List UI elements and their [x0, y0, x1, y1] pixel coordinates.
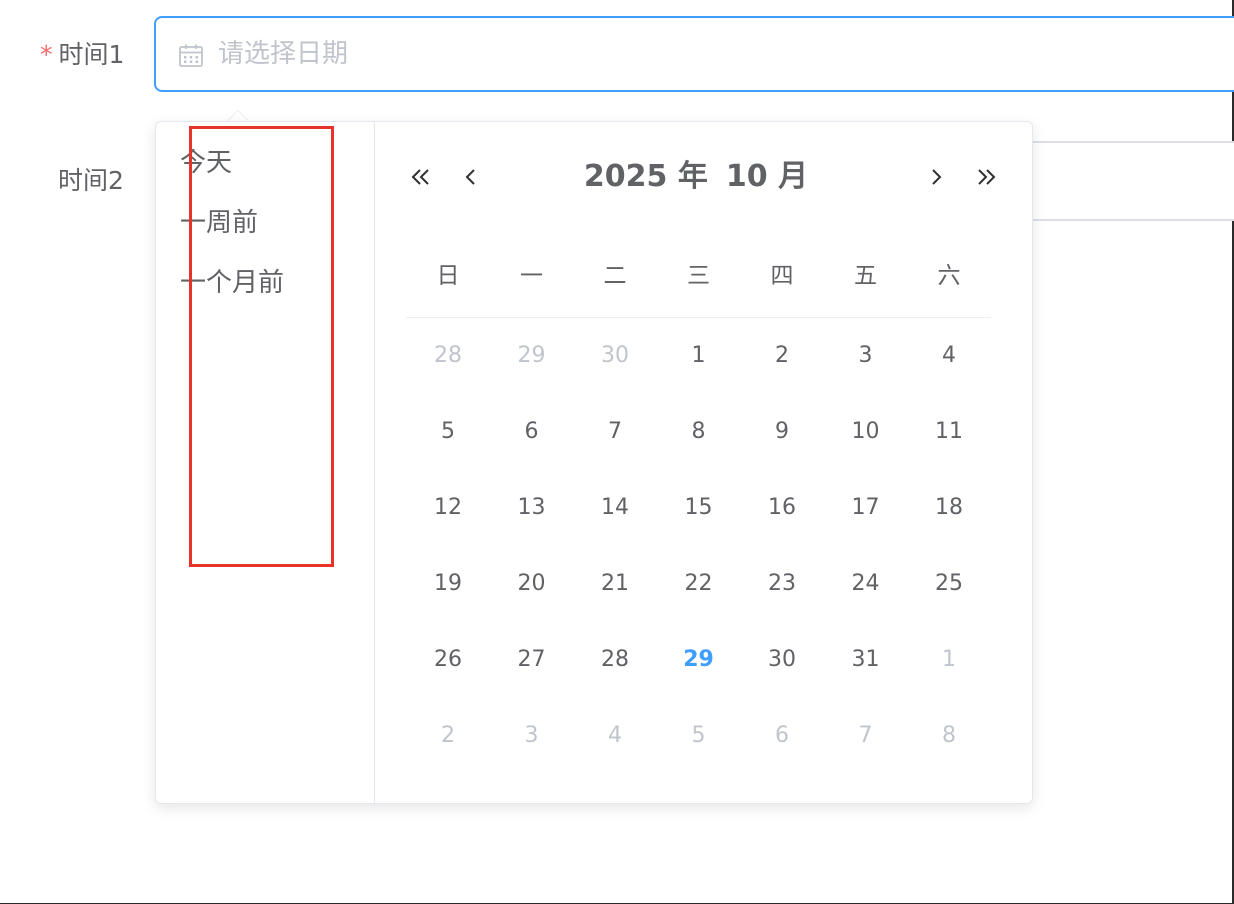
next-month-button[interactable] — [919, 160, 953, 194]
day-cell[interactable]: 6 — [502, 412, 562, 452]
day-cell[interactable]: 30 — [752, 640, 812, 680]
day-cell-today[interactable]: 29 — [669, 640, 729, 680]
day-cell[interactable]: 7 — [585, 412, 645, 452]
day-cell-other-month[interactable]: 2 — [418, 716, 478, 756]
day-cell[interactable]: 9 — [752, 412, 812, 452]
weekday-header-row: 日一二三四五六 — [406, 256, 991, 296]
day-cell-other-month[interactable]: 29 — [502, 336, 562, 376]
field2-label: 时间2 — [58, 166, 124, 195]
date-picker-panel: 今天 一周前 一个月前 2025 年 10 月 日一二三四五六 28 29 30 1 2 3… — [155, 121, 1033, 804]
calendar-icon — [178, 43, 204, 69]
popper-arrow — [227, 110, 249, 121]
double-chevron-right-icon — [978, 169, 996, 185]
weekday-label: 四 — [770, 263, 794, 289]
field1-label: * 时间1 — [40, 40, 124, 70]
header-year[interactable]: 2025 年 — [584, 159, 708, 194]
required-mark: * — [40, 40, 53, 69]
field2-input[interactable] — [1030, 141, 1234, 221]
day-cell-other-month[interactable]: 4 — [585, 716, 645, 756]
prev-year-button[interactable] — [406, 160, 440, 194]
field1-label-text: 时间1 — [58, 40, 125, 69]
day-cell[interactable]: 25 — [919, 564, 979, 604]
day-cell[interactable]: 1 — [669, 336, 729, 376]
shortcut-one-month-ago[interactable]: 一个月前 — [180, 266, 284, 300]
weekday-label: 六 — [937, 263, 961, 289]
day-cell[interactable]: 20 — [502, 564, 562, 604]
shortcuts-sidebar: 今天 一周前 一个月前 — [156, 122, 375, 803]
next-year-button[interactable] — [967, 160, 1001, 194]
day-cell[interactable]: 16 — [752, 488, 812, 528]
day-cell[interactable]: 18 — [919, 488, 979, 528]
day-cell[interactable]: 24 — [836, 564, 896, 604]
chevron-left-icon — [465, 169, 475, 185]
day-cell[interactable]: 31 — [836, 640, 896, 680]
day-cell[interactable]: 5 — [418, 412, 478, 452]
weekday-label: 五 — [854, 263, 877, 289]
day-cell-other-month[interactable]: 8 — [919, 716, 979, 756]
day-cell[interactable]: 11 — [919, 412, 979, 452]
day-cell[interactable]: 17 — [836, 488, 896, 528]
day-cell-other-month[interactable]: 28 — [418, 336, 478, 376]
day-cell[interactable]: 2 — [752, 336, 812, 376]
day-cell[interactable]: 13 — [502, 488, 562, 528]
day-cell[interactable]: 26 — [418, 640, 478, 680]
day-cell[interactable]: 22 — [669, 564, 729, 604]
month-year-header: 2025 年 10 月 — [516, 158, 876, 196]
day-cell[interactable]: 12 — [418, 488, 478, 528]
day-cell-other-month[interactable]: 7 — [836, 716, 896, 756]
date-input-field[interactable] — [218, 18, 1118, 90]
weekday-label: 一 — [520, 263, 543, 289]
day-cell[interactable]: 4 — [919, 336, 979, 376]
day-cell-other-month[interactable]: 30 — [585, 336, 645, 376]
day-cell[interactable]: 10 — [836, 412, 896, 452]
weekday-label: 二 — [603, 263, 627, 289]
day-cell-other-month[interactable]: 6 — [752, 716, 812, 756]
day-cell[interactable]: 23 — [752, 564, 812, 604]
day-cell[interactable]: 28 — [585, 640, 645, 680]
day-cell-other-month[interactable]: 3 — [502, 716, 562, 756]
day-cell-other-month[interactable]: 5 — [669, 716, 729, 756]
day-cell[interactable]: 8 — [669, 412, 729, 452]
date-picker-input[interactable] — [154, 16, 1234, 92]
prev-month-button[interactable] — [454, 160, 488, 194]
weekday-label: 三 — [687, 263, 710, 289]
shortcut-one-week-ago[interactable]: 一周前 — [180, 206, 258, 240]
day-cell[interactable]: 27 — [502, 640, 562, 680]
chevron-right-icon — [932, 169, 942, 185]
day-cell[interactable]: 3 — [836, 336, 896, 376]
day-cell[interactable]: 21 — [585, 564, 645, 604]
day-cell[interactable]: 19 — [418, 564, 478, 604]
weekday-label: 日 — [436, 263, 460, 289]
day-cell[interactable]: 15 — [669, 488, 729, 528]
double-chevron-left-icon — [411, 169, 429, 185]
day-cell[interactable]: 14 — [585, 488, 645, 528]
header-month[interactable]: 10 月 — [726, 159, 808, 194]
weekday-divider — [406, 317, 991, 318]
shortcut-today[interactable]: 今天 — [180, 146, 232, 180]
day-cell-other-month[interactable]: 1 — [919, 640, 979, 680]
